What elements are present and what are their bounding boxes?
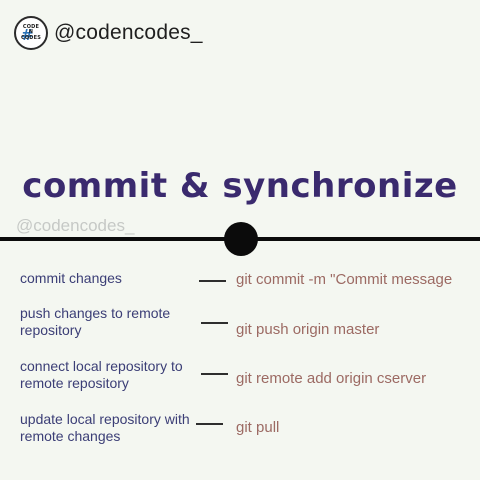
command-description: push changes to remote repository [20,305,171,338]
git-command: git pull [236,419,280,436]
header: # CODE N CODES @codencodes_ [14,16,203,50]
divider-dot [224,222,258,256]
command-description: connect local repository to remote repos… [20,358,183,391]
connector-dash [201,373,228,375]
git-command: git commit -m "Commit message [236,271,453,288]
page-title: commit & synchronize [22,166,458,206]
logo-line: CODES [20,34,42,41]
command-description: commit changes [20,270,122,286]
git-command: git push origin master [236,321,380,338]
connector-dash [196,423,223,425]
watermark: @codencodes_ [16,216,135,235]
git-command: git remote add origin cserver [236,370,427,387]
command-description: update local repository with remote chan… [20,411,190,444]
connector-dash [201,322,228,324]
account-handle: @codencodes_ [54,21,203,44]
logo: # CODE N CODES [14,16,48,50]
connector-dash [199,280,226,282]
logo-text: CODE N CODES [20,24,42,42]
